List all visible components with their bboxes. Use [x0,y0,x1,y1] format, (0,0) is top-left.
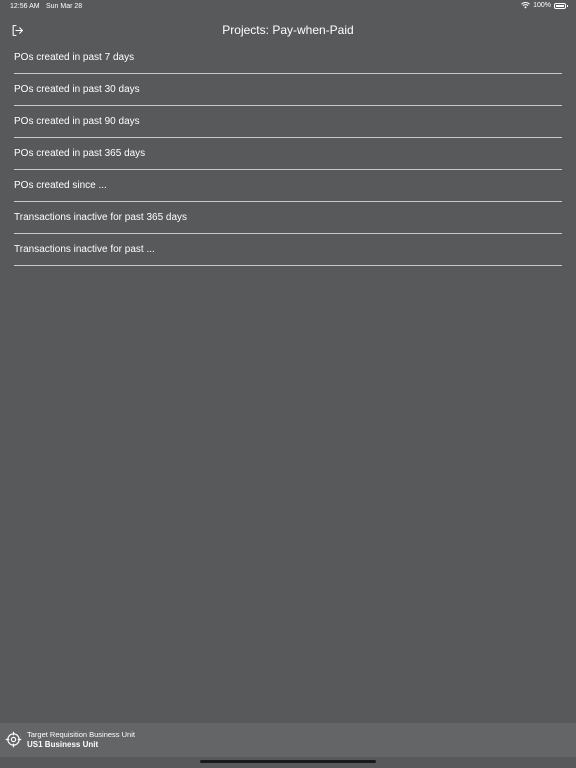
status-bar: 12:56 AM Sun Mar 28 100% [0,0,576,14]
target-icon [5,731,22,748]
menu-item-label: POs created in past 30 days [14,84,140,95]
menu-item[interactable]: POs created in past 90 days [14,106,562,138]
menu-item-label: POs created since ... [14,180,107,191]
business-unit-footer[interactable]: Target Requisition Business Unit US1 Bus… [0,723,576,757]
status-time: 12:56 AM [10,3,40,10]
menu-item[interactable]: POs created in past 7 days [14,42,562,74]
footer-value: US1 Business Unit [27,740,99,749]
menu-item[interactable]: Transactions inactive for past 365 days [14,202,562,234]
menu-item-label: POs created in past 365 days [14,148,146,159]
menu-item[interactable]: POs created in past 365 days [14,138,562,170]
menu-item[interactable]: Transactions inactive for past ... [14,234,562,266]
battery-percent: 100% [533,2,551,9]
menu-item-label: POs created in past 7 days [14,52,135,63]
menu-item-label: Transactions inactive for past ... [14,244,155,255]
status-date: Sun Mar 28 [46,3,83,10]
footer-label: Target Requisition Business Unit [27,730,135,739]
menu-list: POs created in past 7 days POs created in… [14,42,562,266]
menu-item-label: Transactions inactive for past 365 days [14,212,188,223]
battery-icon [554,2,568,9]
status-right: 100% [521,2,568,9]
page-title: Projects: Pay-when-Paid [222,23,354,37]
nav-bar: Projects: Pay-when-Paid [0,18,576,42]
battery-fill [556,4,564,7]
wifi-icon [521,2,530,9]
home-indicator[interactable] [200,760,376,763]
menu-item[interactable]: POs created since ... [14,170,562,202]
menu-item-label: POs created in past 90 days [14,116,140,127]
menu-item[interactable]: POs created in past 30 days [14,74,562,106]
